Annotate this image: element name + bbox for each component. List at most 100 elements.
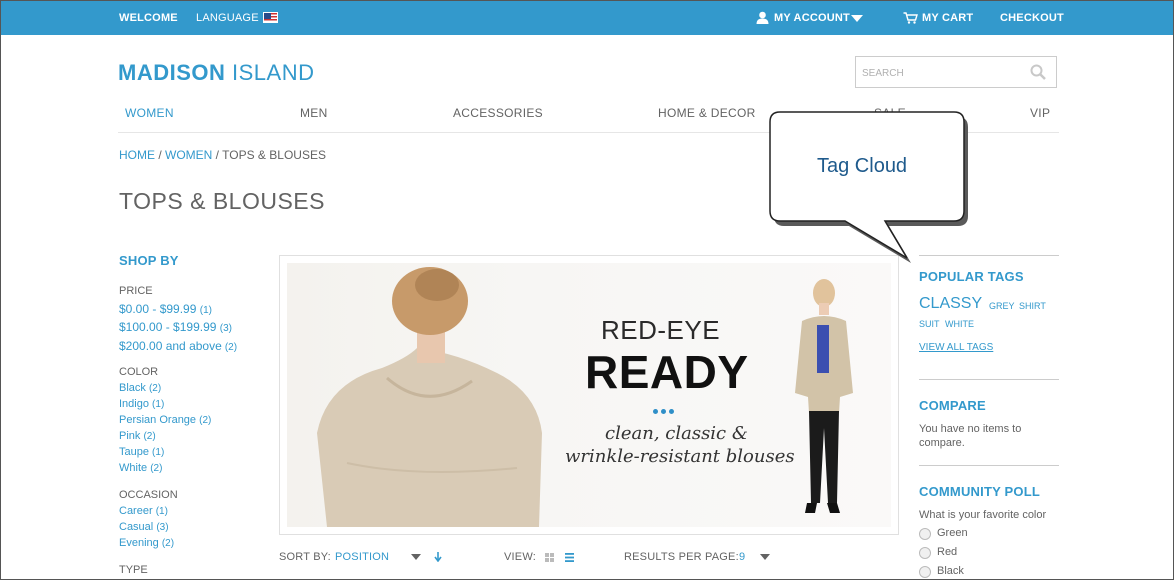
- filter-count: (2): [150, 463, 163, 474]
- filter-color-item[interactable]: Indigo (1): [119, 398, 164, 410]
- sort-arrow-icon[interactable]: [434, 552, 442, 562]
- filter-label: Taupe: [119, 446, 149, 458]
- poll-question: What is your favorite color: [919, 509, 1047, 521]
- filter-count: (3): [156, 522, 169, 533]
- nav-accessories[interactable]: ACCESSORIES: [453, 106, 543, 120]
- filter-color-item[interactable]: Persian Orange (2): [119, 414, 211, 426]
- user-icon[interactable]: [756, 11, 769, 24]
- grid-view-icon[interactable]: [545, 553, 554, 562]
- view-label: VIEW:: [504, 551, 536, 563]
- sort-by-label: SORT BY:: [279, 551, 331, 563]
- cart-icon[interactable]: [903, 12, 918, 24]
- nav-sale[interactable]: SALE: [874, 106, 906, 120]
- filter-occasion-item[interactable]: Casual (3): [119, 521, 169, 533]
- nav-women[interactable]: WOMEN: [125, 106, 174, 120]
- search-box: [855, 56, 1057, 88]
- tag-link[interactable]: WHITE: [945, 319, 974, 329]
- site-logo[interactable]: MADISON ISLAND: [118, 60, 315, 86]
- poll-option-label: Black: [937, 565, 964, 577]
- checkout-link[interactable]: CHECKOUT: [1000, 12, 1064, 24]
- logo-light: ISLAND: [232, 60, 315, 85]
- poll-radio[interactable]: [919, 528, 931, 540]
- filter-price-item[interactable]: $100.00 - $199.99 (3): [119, 320, 232, 334]
- chevron-down-icon[interactable]: [851, 15, 863, 22]
- language-selector[interactable]: LANGUAGE: [196, 12, 259, 24]
- banner-headline-2: READY: [585, 346, 749, 398]
- filter-count: (2): [199, 415, 212, 426]
- nav-divider: [118, 132, 1059, 133]
- banner-tagline-2: wrinkle-resistant blouses: [565, 446, 795, 467]
- chevron-down-icon[interactable]: [411, 554, 421, 560]
- my-account-link[interactable]: MY ACCOUNT: [774, 12, 850, 24]
- banner-headline-1: RED-EYE: [601, 315, 721, 345]
- filter-color-item[interactable]: Taupe (1): [119, 446, 164, 458]
- results-per-page-label: RESULTS PER PAGE:: [624, 551, 739, 563]
- poll-radio[interactable]: [919, 566, 931, 578]
- filter-color-item[interactable]: Pink (2): [119, 430, 156, 442]
- poll-option-label: Red: [937, 546, 958, 558]
- search-input[interactable]: [862, 64, 1022, 82]
- filter-label: Persian Orange: [119, 414, 197, 426]
- sort-by-select[interactable]: POSITION: [335, 551, 389, 563]
- filter-count: (2): [143, 431, 156, 442]
- filter-color-item[interactable]: Black (2): [119, 382, 161, 394]
- breadcrumb: HOME / WOMEN / TOPS & BLOUSES: [119, 148, 326, 162]
- page-title: TOPS & BLOUSES: [119, 188, 325, 214]
- shop-by-heading: SHOP BY: [119, 253, 179, 268]
- filter-label: Pink: [119, 430, 141, 442]
- filter-count: (2): [161, 538, 175, 549]
- filter-count: (1): [152, 447, 165, 458]
- filter-label: Black: [119, 382, 146, 394]
- search-icon[interactable]: [1030, 64, 1046, 80]
- filter-count: (2): [224, 342, 238, 353]
- banner-dots: [653, 401, 677, 419]
- nav-men[interactable]: MEN: [300, 106, 328, 120]
- tag-link[interactable]: SHIRT: [1019, 301, 1046, 311]
- filter-label: Indigo: [119, 398, 149, 410]
- filter-count: (3): [219, 323, 232, 334]
- tag-link[interactable]: SUIT: [919, 319, 940, 329]
- filter-color-item[interactable]: White (2): [119, 462, 162, 474]
- welcome-text: WELCOME: [119, 12, 178, 24]
- filter-label: Casual: [119, 521, 154, 533]
- filter-type-label: TYPE: [119, 564, 148, 576]
- divider: [919, 379, 1059, 380]
- divider: [919, 465, 1059, 466]
- tag-link[interactable]: GREY: [989, 301, 1015, 311]
- poll-option-label: Green: [937, 527, 968, 539]
- filter-price-item[interactable]: $200.00 and above (2): [119, 339, 237, 353]
- compare-empty-text: You have no items to compare.: [919, 423, 1022, 449]
- breadcrumb-home[interactable]: HOME: [119, 148, 155, 162]
- filter-occasion-item[interactable]: Evening (2): [119, 537, 174, 549]
- filter-label: $0.00 - $99.99: [119, 302, 197, 316]
- breadcrumb-separator: /: [212, 148, 223, 162]
- filter-count: (1): [155, 506, 168, 517]
- breadcrumb-women[interactable]: WOMEN: [165, 148, 212, 162]
- filter-count: (2): [148, 383, 162, 394]
- view-all-tags-link[interactable]: VIEW ALL TAGS: [919, 342, 993, 353]
- promo-banner[interactable]: RED-EYE READY clean, classic & wrinkle-r…: [287, 263, 891, 527]
- filter-color-label: COLOR: [119, 366, 159, 378]
- my-cart-link[interactable]: MY CART: [922, 12, 973, 24]
- filter-occasion-item[interactable]: Career (1): [119, 505, 168, 517]
- list-view-icon[interactable]: [565, 553, 574, 562]
- breadcrumb-current: TOPS & BLOUSES: [222, 148, 326, 162]
- chevron-down-icon[interactable]: [760, 554, 770, 560]
- poll-radio[interactable]: [919, 547, 931, 559]
- tag-link[interactable]: CLASSY: [919, 295, 982, 313]
- nav-home-decor[interactable]: HOME & DECOR: [658, 106, 756, 120]
- filter-label: White: [119, 462, 148, 474]
- flag-icon[interactable]: [263, 12, 278, 23]
- filter-label: $200.00 and above: [119, 339, 222, 353]
- breadcrumb-separator: /: [155, 148, 166, 162]
- top-bar: WELCOME LANGUAGE MY ACCOUNT MY CART CHEC…: [1, 1, 1173, 35]
- results-per-page-select[interactable]: 9: [739, 551, 745, 563]
- logo-bold: MADISON: [118, 60, 226, 85]
- divider: [919, 255, 1059, 256]
- filter-label: $100.00 - $199.99: [119, 320, 217, 334]
- filter-count: (1): [199, 305, 212, 316]
- filter-price-item[interactable]: $0.00 - $99.99 (1): [119, 302, 212, 316]
- callout-text: Tag Cloud: [817, 155, 908, 177]
- filter-label: Evening: [119, 537, 159, 549]
- nav-vip[interactable]: VIP: [1030, 106, 1050, 120]
